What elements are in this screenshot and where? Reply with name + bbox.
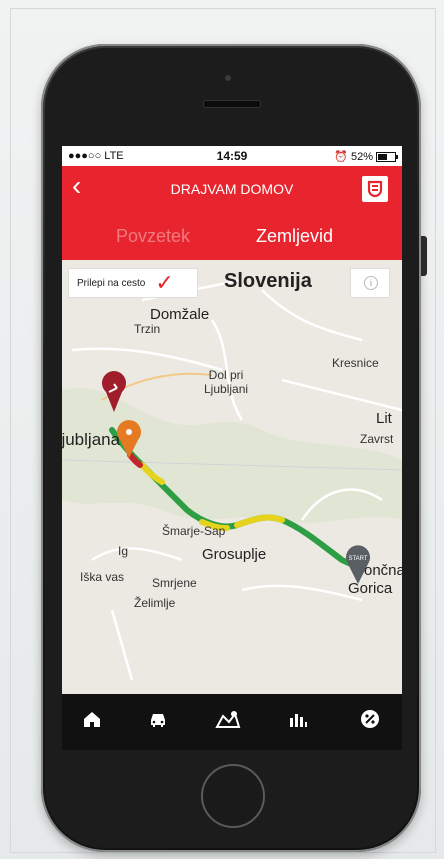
map-label-kresnice: Kresnice [332,356,379,370]
bottom-nav [62,694,402,750]
status-bar: ●●●○○ LTE 14:59 ⏰ 52% [62,146,402,166]
battery-indicator: ⏰ 52% [334,150,398,163]
map-label-trzin: Trzin [134,322,161,336]
map-label-zelimlje: Želimlje [134,596,176,610]
map-label-zavrst: Zavrst [360,432,394,446]
app-logo-icon[interactable] [362,176,388,202]
map-label-lit: Lit [376,410,392,427]
alarm-icon: ⏰ [334,151,348,163]
snap-to-road-toggle[interactable]: Prilepi na cesto ✓ [68,268,198,298]
map-pin-icon[interactable] [210,708,246,736]
map-label-grosuplje: Grosuplje [202,546,267,563]
battery-percent: 52% [350,150,373,163]
map-label-iska: Iška vas [80,570,125,584]
tab-povzetek[interactable]: Povzetek [116,226,190,247]
home-hardware-button[interactable] [201,764,265,828]
tab-bar: Povzetek Zemljevid [62,210,402,260]
map-label-ig: Ig [118,544,129,558]
map-label-smarje: Šmarje-Sap [162,524,226,538]
snap-label: Prilepi na cesto [77,277,146,289]
page-title: DRAJVAM DOMOV [170,181,294,197]
speaker-grille [203,100,261,108]
map-view[interactable]: START Prilepi na cesto ✓ i Slovenija Dom… [62,260,402,694]
app-header: ‹ DRAJVAM DOMOV [62,166,402,210]
map-label-dol: Dol pri Ljubljani [204,368,249,396]
percent-icon[interactable] [352,708,388,736]
info-button[interactable]: i [350,268,390,298]
tab-zemljevid[interactable]: Zemljevid [256,226,333,247]
map-label-region: Slovenija [224,270,312,292]
camera-icon [225,75,231,81]
app-screen: ●●●○○ LTE 14:59 ⏰ 52% ‹ DRAJVAM DOMOV Po… [62,146,402,750]
info-icon: i [364,276,378,290]
map-label-goricka-2: Gorica [348,580,393,597]
home-icon[interactable] [74,708,110,736]
map-label-smrjene: Smrjene [152,576,197,590]
map-label-domzale: Domžale [150,306,210,323]
map-label-goricka-1: ončna [364,562,402,579]
checkmark-icon: ✓ [155,270,174,295]
map-canvas: START [62,260,402,694]
volume-button [421,236,427,276]
battery-icon [376,151,398,162]
car-icon[interactable] [140,708,176,736]
map-label-ljubljana: Ljubljana [62,430,121,449]
stats-icon[interactable] [280,708,316,736]
